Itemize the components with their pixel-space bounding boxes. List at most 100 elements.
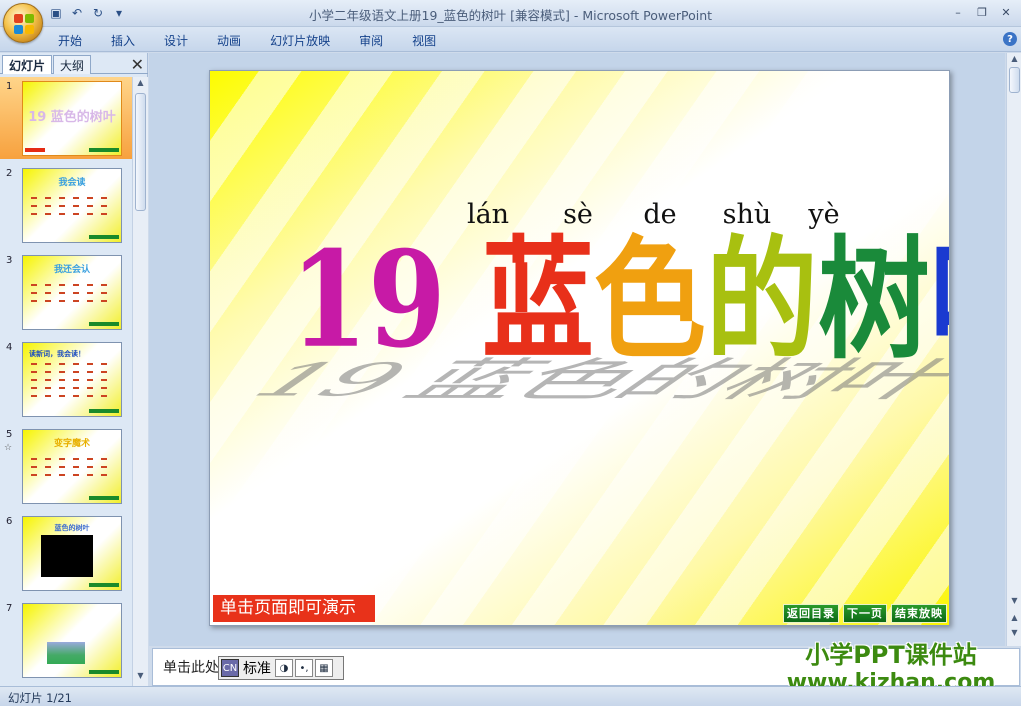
redo-icon[interactable]: ↻ — [90, 5, 106, 21]
ime-mode-label[interactable]: 标准 — [241, 658, 273, 678]
tab-home[interactable]: 开始 — [46, 31, 94, 50]
thumbnail-nav-bar — [89, 583, 119, 587]
scroll-up-icon[interactable]: ▲ — [1007, 54, 1021, 63]
thumbnail-number: 5 — [6, 429, 13, 440]
tab-animation[interactable]: 动画 — [205, 31, 253, 50]
save-icon[interactable]: ▣ — [48, 5, 64, 21]
thumbnail-image: 蓝色的树叶 — [22, 516, 122, 591]
thumbnail-number: 1 — [6, 81, 13, 92]
thumbnail-title: 我会读 — [58, 178, 86, 188]
next-slide-icon[interactable]: ▼ — [1007, 628, 1021, 637]
close-icon[interactable]: ✕ — [995, 3, 1017, 21]
title-character: 色 — [593, 223, 706, 378]
slide-editing-area: lánsèdeshùyè 19蓝色的树叶 19蓝色的树叶 单击页面即可演示 返回… — [149, 53, 1021, 646]
slide-thumbnail-list: 1 19 蓝色的树叶 2 我会读 3 我还会认 4 读新词，我会读！ 5 ☆ 变字魔术 6 蓝色的树叶 7 — [0, 77, 132, 686]
tab-view[interactable]: 视图 — [400, 31, 448, 50]
thumbnail-title: 19 蓝色的树叶 — [28, 110, 116, 125]
click-hint-banner: 单击页面即可演示 — [213, 595, 375, 622]
thumbnail-photo — [47, 642, 85, 664]
pane-tabs: 幻灯片 大纲 ✕ — [0, 53, 148, 74]
tab-slides[interactable]: 幻灯片 — [2, 55, 53, 74]
thumbnail-image — [22, 603, 122, 678]
thumbnail-image: 变字魔术 — [22, 429, 122, 504]
status-bar: 幻灯片 1/21 — [0, 686, 1021, 706]
thumbnail-content — [31, 357, 115, 403]
restore-icon[interactable]: ❐ — [971, 3, 993, 21]
close-pane-icon[interactable]: ✕ — [131, 55, 144, 74]
thumbnail-content — [31, 191, 115, 221]
next-page-button[interactable]: 下一页 — [843, 604, 887, 623]
slide-nav-buttons: 返回目录 下一页 结束放映 — [783, 604, 947, 623]
thumbnail-video — [41, 535, 93, 577]
thumbnail-content — [31, 452, 115, 482]
window-title: 小学二年级语文上册19_蓝色的树叶 [兼容模式] - Microsoft Pow… — [308, 8, 713, 23]
minimize-icon[interactable]: – — [947, 3, 969, 21]
slide-thumbnail-1[interactable]: 1 19 蓝色的树叶 — [0, 77, 132, 159]
scroll-down-icon[interactable]: ▼ — [1007, 596, 1021, 605]
thumbnail-number: 3 — [6, 255, 13, 266]
ribbon: 开始 插入 设计 动画 幻灯片放映 审阅 视图 ? — [0, 27, 1021, 52]
slide-title: 19蓝色的树叶 — [290, 234, 949, 367]
thumbnail-number: 6 — [6, 516, 13, 527]
scroll-up-icon[interactable]: ▲ — [133, 78, 148, 92]
thumbnail-nav-bar — [89, 409, 119, 413]
scroll-thumb[interactable] — [135, 93, 146, 211]
slide-thumbnail-7[interactable]: 7 — [0, 599, 132, 681]
office-logo-icon — [14, 14, 34, 34]
thumbnail-number: 2 — [6, 168, 13, 179]
thumbnail-scrollbar[interactable]: ▲ ▼ — [132, 77, 148, 686]
tab-insert[interactable]: 插入 — [99, 31, 147, 50]
thumbnail-content — [31, 278, 115, 308]
tab-outline[interactable]: 大纲 — [53, 55, 92, 74]
thumbnail-number: 7 — [6, 603, 13, 614]
help-icon[interactable]: ? — [1003, 32, 1017, 46]
thumbnail-hint-bar — [25, 148, 45, 152]
thumbnail-number: 4 — [6, 342, 13, 353]
thumbnail-image: 我会读 — [22, 168, 122, 243]
slide-counter: 幻灯片 1/21 — [8, 691, 72, 705]
tab-slideshow[interactable]: 幻灯片放映 — [258, 31, 342, 50]
title-bar: ▣ ↶ ↻ ▾ 小学二年级语文上册19_蓝色的树叶 [兼容模式] - Microsof… — [0, 0, 1021, 27]
scroll-thumb[interactable] — [1009, 67, 1020, 93]
ime-logo-icon[interactable]: CN — [221, 659, 239, 677]
quick-access-toolbar: ▣ ↶ ↻ ▾ — [48, 4, 127, 22]
notes-placeholder[interactable]: 单击此处 — [163, 657, 219, 677]
thumbnail-title: 蓝色的树叶 — [54, 524, 90, 532]
slides-pane: 幻灯片 大纲 ✕ 1 19 蓝色的树叶 2 我会读 3 我还会认 4 读新词，我会读！ 5 ☆ 变字… — [0, 53, 148, 686]
back-to-contents-button[interactable]: 返回目录 — [783, 604, 839, 623]
customize-icon[interactable]: ▾ — [111, 5, 127, 21]
thumbnail-nav-bar — [89, 148, 119, 152]
title-number: 19 — [290, 223, 446, 378]
watermark-name: 小学PPT课件站 — [805, 641, 977, 669]
ime-keyboard-icon[interactable]: ▦ — [315, 659, 333, 677]
thumbnail-image: 我还会认 — [22, 255, 122, 330]
slide-thumbnail-5[interactable]: 5 ☆ 变字魔术 — [0, 425, 132, 507]
animation-star-icon: ☆ — [4, 443, 13, 453]
ime-punctuation-icon[interactable]: •, — [295, 659, 313, 677]
slide-scrollbar[interactable]: ▲ ▼ ▲ ▼ — [1006, 53, 1021, 646]
end-show-button[interactable]: 结束放映 — [891, 604, 947, 623]
tab-review[interactable]: 审阅 — [347, 31, 395, 50]
office-button[interactable] — [3, 3, 43, 43]
slide-thumbnail-3[interactable]: 3 我还会认 — [0, 251, 132, 333]
thumbnail-title: 变字魔术 — [53, 439, 90, 449]
undo-icon[interactable]: ↶ — [69, 5, 85, 21]
ime-fullwidth-icon[interactable]: ◑ — [275, 659, 293, 677]
thumbnail-image: 19 蓝色的树叶 — [22, 81, 122, 156]
thumbnail-nav-bar — [89, 322, 119, 326]
thumbnail-title: 我还会认 — [53, 265, 90, 275]
slide-thumbnail-2[interactable]: 2 我会读 — [0, 164, 132, 246]
ribbon-tabs: 开始 插入 设计 动画 幻灯片放映 审阅 视图 — [46, 31, 453, 50]
slide-thumbnail-6[interactable]: 6 蓝色的树叶 — [0, 512, 132, 594]
scroll-down-icon[interactable]: ▼ — [133, 671, 148, 685]
title-character: 的 — [705, 223, 818, 378]
thumbnail-nav-bar — [89, 235, 119, 239]
title-character: 树 — [817, 223, 930, 378]
previous-slide-icon[interactable]: ▲ — [1007, 613, 1021, 622]
tab-design[interactable]: 设计 — [152, 31, 200, 50]
current-slide[interactable]: lánsèdeshùyè 19蓝色的树叶 19蓝色的树叶 单击页面即可演示 返回… — [209, 70, 950, 626]
slide-thumbnail-4[interactable]: 4 读新词，我会读！ — [0, 338, 132, 420]
thumbnail-image: 读新词，我会读！ — [22, 342, 122, 417]
ime-toolbar[interactable]: CN 标准 ◑ •, ▦ — [218, 656, 344, 680]
title-character: 叶 — [930, 234, 949, 367]
